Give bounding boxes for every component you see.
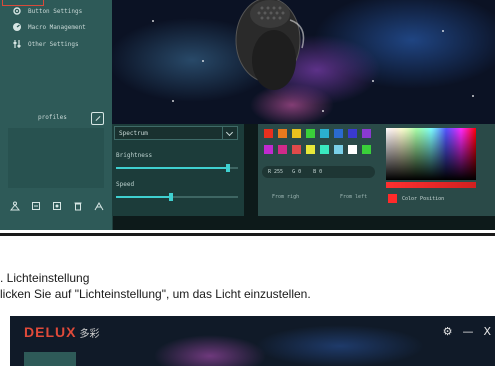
import-icon[interactable]: [9, 196, 21, 211]
brightness-slider[interactable]: [116, 164, 238, 172]
color-swatch[interactable]: [362, 129, 371, 138]
brand-logo: DELUX 多彩: [24, 324, 99, 340]
settings-icon[interactable]: ⚙: [443, 326, 453, 337]
color-swatch[interactable]: [278, 129, 287, 138]
brightness-handle[interactable]: [226, 164, 231, 172]
color-swatch[interactable]: [292, 129, 301, 138]
color-swatch[interactable]: [264, 145, 273, 154]
chevron-down-icon[interactable]: [222, 127, 237, 139]
sidebar-item-button-settings[interactable]: Button Settings: [12, 4, 82, 18]
color-swatch[interactable]: [320, 129, 329, 138]
profile-list[interactable]: [8, 128, 104, 188]
light-mode-value: Spectrum: [119, 130, 148, 137]
color-swatch[interactable]: [334, 145, 343, 154]
sliders-icon: [12, 39, 22, 49]
export-icon[interactable]: [31, 196, 41, 210]
section-heading: . Lichteinstellung: [0, 271, 90, 285]
speed-label: Speed: [116, 181, 135, 188]
direction-from-left-label[interactable]: From left: [340, 194, 367, 200]
color-position-label: Color Position: [402, 196, 445, 202]
share-icon[interactable]: [94, 196, 104, 211]
brightness-label: Brightness: [116, 152, 153, 159]
sidebar-bottom-toolbar: [9, 196, 104, 211]
color-swatch[interactable]: [306, 129, 315, 138]
delete-icon[interactable]: [73, 196, 83, 211]
minimize-icon[interactable]: —: [462, 326, 473, 337]
color-swatch[interactable]: [348, 129, 357, 138]
app-screenshot-top: Button Settings Macro Management Other S…: [0, 0, 495, 230]
sidebar-item-label: Other Settings: [28, 40, 79, 48]
close-icon[interactable]: X: [483, 326, 491, 337]
color-swatch[interactable]: [348, 145, 357, 154]
color-swatch[interactable]: [320, 145, 329, 154]
sidebar-partial: [24, 352, 76, 366]
logo-text: DELUX: [24, 324, 77, 340]
reset-icon[interactable]: [52, 196, 62, 210]
color-swatch[interactable]: [278, 145, 287, 154]
light-mode-dropdown[interactable]: Spectrum: [114, 126, 238, 140]
hue-slider[interactable]: [386, 182, 476, 188]
window-controls: ⚙ — X: [443, 326, 491, 337]
profiles-label: profiles: [38, 114, 67, 121]
logo-cn-text: 多彩: [79, 329, 100, 340]
color-swatch[interactable]: [264, 129, 273, 138]
profiles-header: profiles: [8, 110, 104, 126]
gear-icon: [12, 6, 22, 16]
section-instruction: licken Sie auf "Lichteinstellung", um da…: [0, 287, 311, 301]
color-swatch[interactable]: [306, 145, 315, 154]
speed-slider[interactable]: [116, 193, 238, 201]
color-swatch[interactable]: [292, 145, 301, 154]
sidebar: Button Settings Macro Management Other S…: [0, 0, 113, 230]
mouse-image: [235, 0, 305, 90]
color-swatch[interactable]: [334, 129, 343, 138]
brightness-fill: [116, 167, 229, 169]
sidebar-item-label: Macro Management: [28, 23, 86, 31]
sidebar-item-macro-management[interactable]: Macro Management: [12, 20, 86, 34]
speed-fill: [116, 196, 171, 198]
edit-icon[interactable]: [91, 112, 104, 125]
color-swatch[interactable]: [362, 145, 371, 154]
divider: [0, 233, 495, 236]
direction-from-right-label[interactable]: From righ: [272, 194, 299, 200]
gauge-icon: [12, 22, 22, 32]
rgb-value-field[interactable]: R 255 G 0 B 0: [262, 166, 375, 178]
color-picker-gradient[interactable]: [386, 128, 476, 180]
sidebar-item-other-settings[interactable]: Other Settings: [12, 37, 79, 51]
app-screenshot-bottom: DELUX 多彩 ⚙ — X: [10, 316, 495, 366]
sidebar-item-label: Button Settings: [28, 7, 83, 15]
current-color-chip: [388, 194, 397, 203]
speed-handle[interactable]: [168, 193, 173, 201]
